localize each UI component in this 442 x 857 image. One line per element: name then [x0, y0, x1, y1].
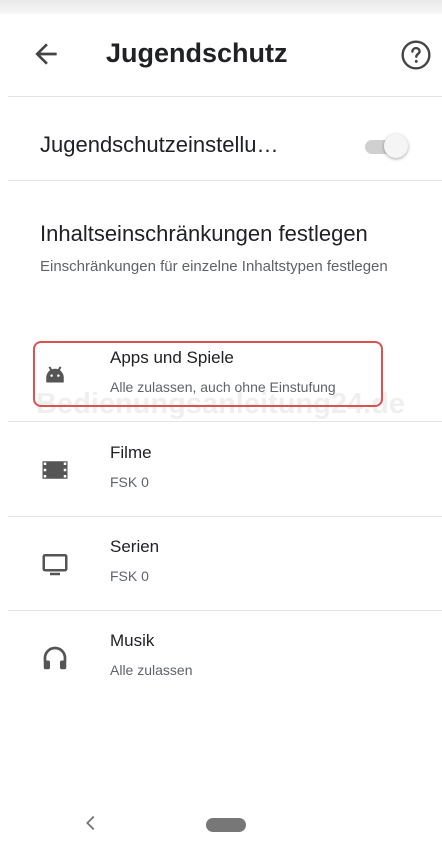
- item-value: Alle zulassen: [110, 662, 193, 678]
- divider: [8, 96, 442, 97]
- status-bar: [0, 0, 442, 14]
- item-value: FSK 0: [110, 474, 149, 490]
- system-navigation-bar: [0, 800, 442, 857]
- parental-controls-label: Jugendschutzeinstellu…: [40, 132, 279, 157]
- parental-controls-switch[interactable]: [362, 132, 412, 160]
- divider: [8, 516, 442, 517]
- list-item-musik[interactable]: Musik Alle zulassen: [0, 615, 442, 705]
- content-restrictions-subtitle: Einschränkungen für einzelne Inhaltstype…: [40, 258, 388, 275]
- list-item-serien[interactable]: Serien FSK 0: [0, 521, 442, 611]
- tv-icon: [42, 554, 68, 576]
- nav-back-icon[interactable]: [80, 812, 102, 834]
- divider: [8, 180, 442, 181]
- highlight-box: [33, 341, 383, 407]
- item-label: Filme: [110, 443, 152, 462]
- divider: [8, 610, 442, 611]
- list-item-filme[interactable]: Filme FSK 0: [0, 427, 442, 517]
- help-icon[interactable]: [400, 39, 432, 71]
- app-bar: Jugendschutz: [0, 14, 442, 96]
- back-arrow-icon[interactable]: [30, 38, 62, 70]
- headphones-icon: [43, 646, 67, 670]
- switch-thumb: [384, 134, 408, 158]
- item-label: Serien: [110, 537, 160, 556]
- divider: [8, 421, 442, 422]
- item-label: Musik: [110, 631, 155, 650]
- parental-controls-toggle-row[interactable]: Jugendschutzeinstellu…: [0, 112, 442, 176]
- page-title: Jugendschutz: [106, 38, 288, 68]
- item-value: FSK 0: [110, 568, 149, 584]
- film-icon: [42, 461, 68, 479]
- nav-home-pill[interactable]: [206, 818, 246, 832]
- content-restrictions-title: Inhaltseinschränkungen festlegen: [40, 221, 368, 246]
